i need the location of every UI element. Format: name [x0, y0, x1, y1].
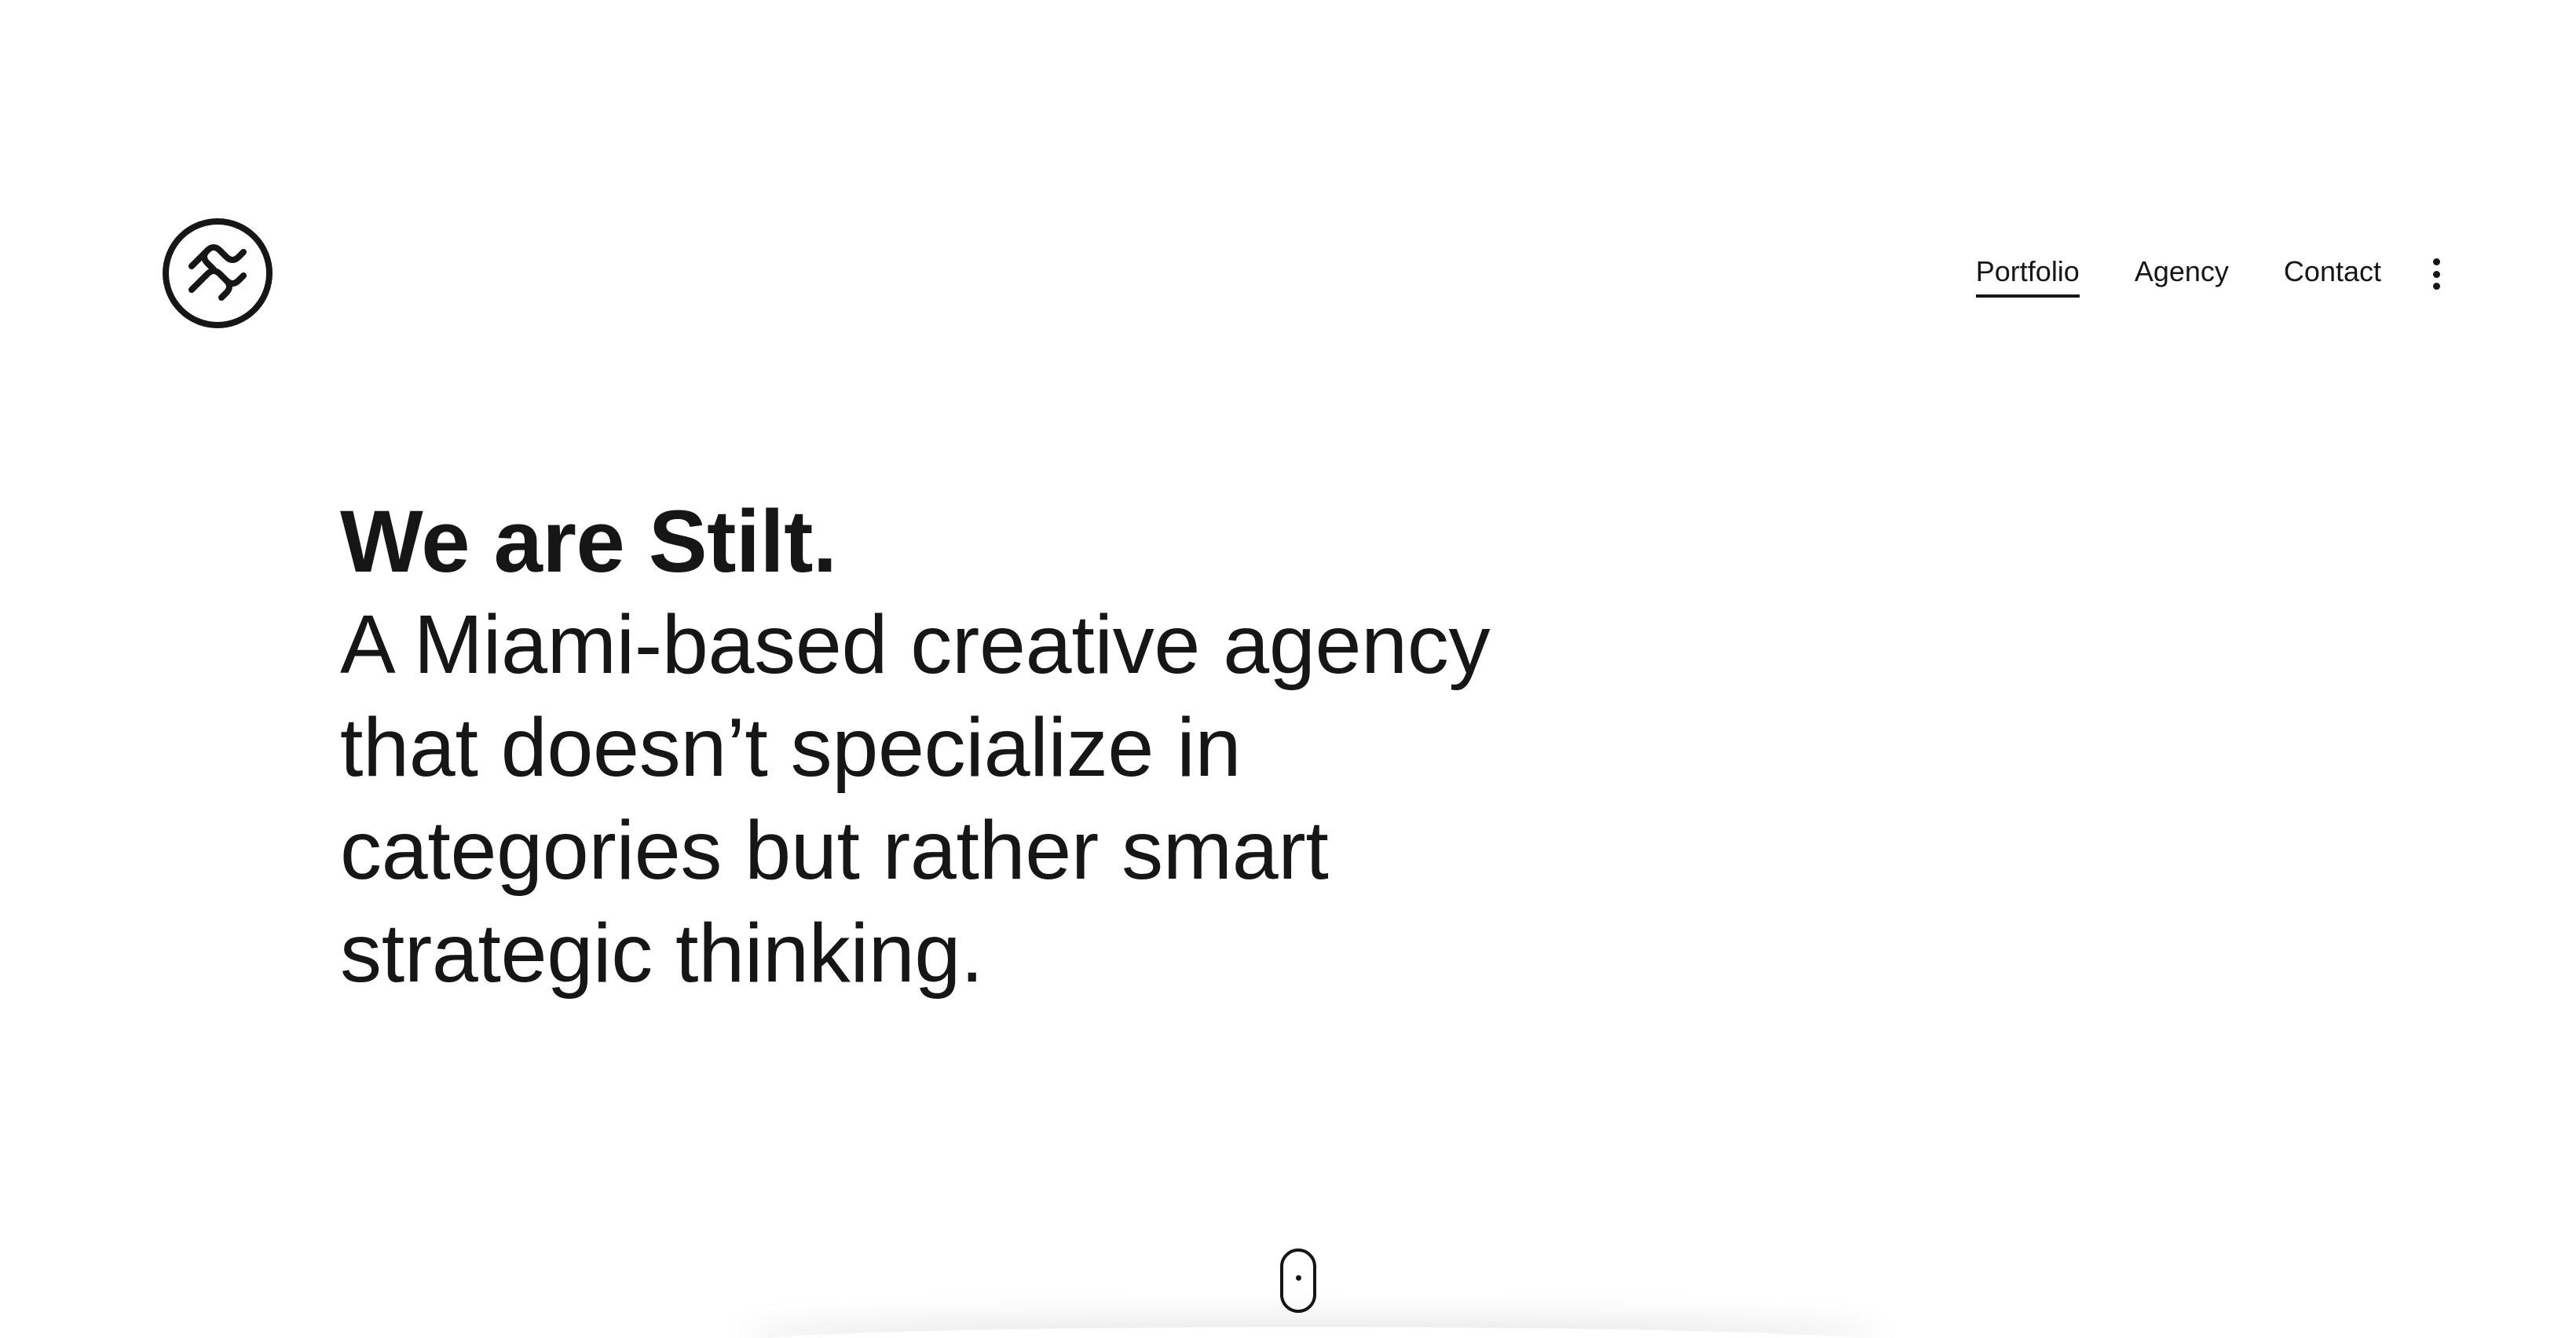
- vertical-ellipsis-icon: [2432, 283, 2440, 290]
- main-nav: Portfolio Agency Contact: [1975, 247, 2446, 302]
- hero-description: A Miami-based creative agency that doesn…: [340, 598, 1491, 1000]
- nav-link-agency[interactable]: Agency: [2135, 255, 2229, 293]
- more-menu-button[interactable]: [2427, 255, 2446, 293]
- nav-link-contact[interactable]: Contact: [2284, 255, 2381, 293]
- vertical-ellipsis-icon: [2432, 258, 2440, 265]
- scroll-wheel-dot: [1295, 1275, 1301, 1281]
- hero-section: We are Stilt. A Miami-based creative age…: [340, 490, 1565, 1005]
- vertical-ellipsis-icon: [2432, 270, 2440, 278]
- mouse-scroll-icon[interactable]: [1280, 1248, 1316, 1313]
- content-panel-shadow: [738, 1327, 1885, 1338]
- stilt-logo-icon[interactable]: [162, 218, 273, 329]
- hero-title: We are Stilt.: [340, 492, 837, 590]
- page: Portfolio Agency Contact We are Stilt. A…: [0, 0, 2576, 1338]
- nav-link-portfolio[interactable]: Portfolio: [1975, 255, 2080, 298]
